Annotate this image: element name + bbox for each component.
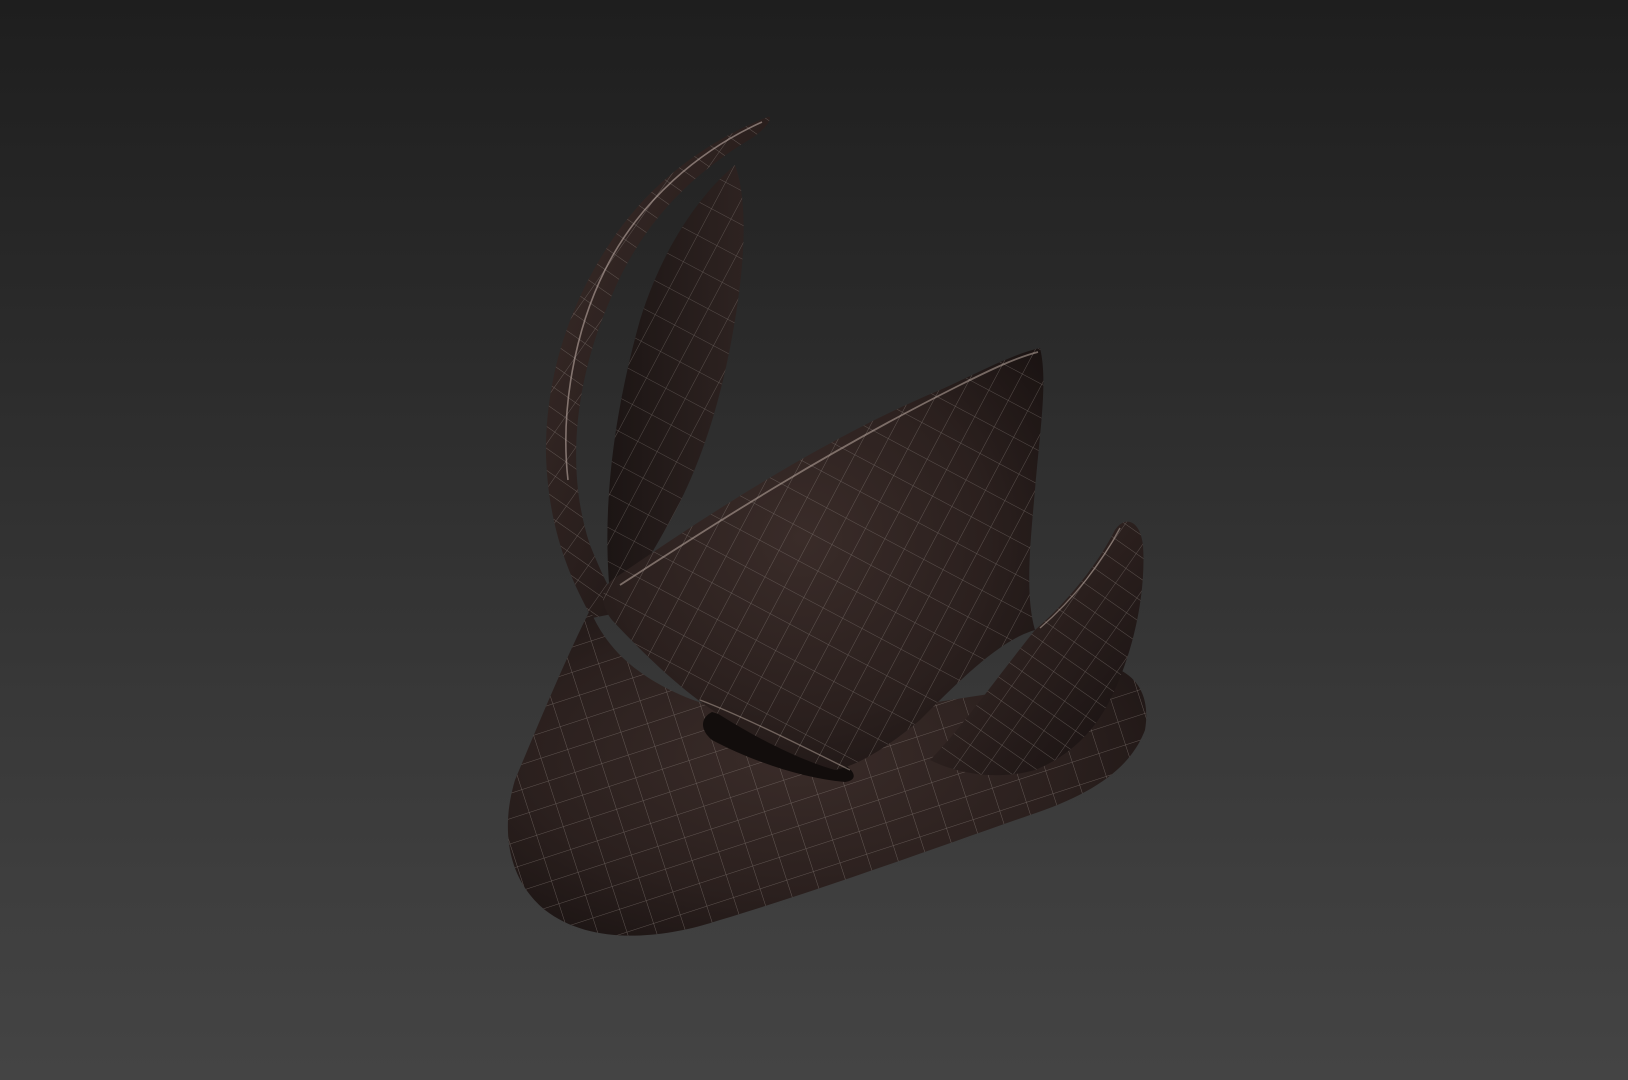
viewport-canvas[interactable] — [0, 0, 1628, 1080]
mesh-object[interactable] — [507, 116, 1147, 936]
3d-viewport[interactable] — [0, 0, 1628, 1080]
